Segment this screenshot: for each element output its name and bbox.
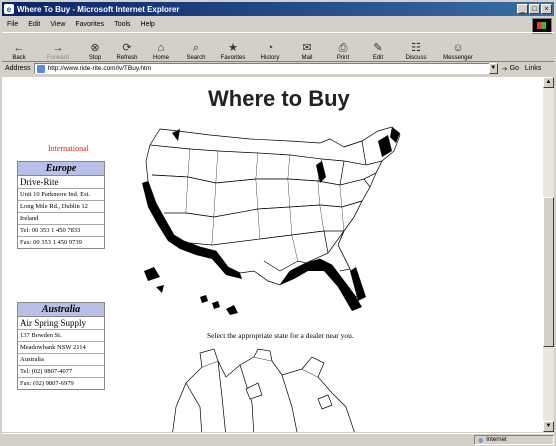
menu-view[interactable]: View	[50, 21, 65, 28]
menu-file[interactable]: File	[7, 21, 18, 28]
minimize-button[interactable]: _	[517, 4, 528, 14]
scroll-thumb[interactable]	[543, 197, 554, 347]
canada-map[interactable]	[142, 347, 362, 432]
address-dropdown-button[interactable]: ▼	[488, 63, 498, 74]
window-title: Where To Buy - Microsoft Internet Explor…	[17, 4, 180, 14]
refresh-icon: ⟳	[122, 42, 132, 54]
status-bar: ◍ Internet	[2, 433, 554, 446]
edit-button[interactable]: ✎ Edit	[360, 34, 396, 61]
maximize-button[interactable]: □	[529, 4, 540, 14]
refresh-button[interactable]: ⟳ Refresh	[110, 34, 144, 61]
dealer-card-europe: Europe Drive-Rite Unit 10 Parkmore Ind. …	[17, 161, 105, 249]
zone-label: Internet	[486, 437, 507, 443]
dealer-phone: Tel: (02) 9807-4077	[18, 365, 104, 377]
back-arrow-icon: ←	[13, 42, 25, 54]
history-icon: ◔	[266, 42, 274, 54]
edit-icon: ✎	[373, 42, 383, 54]
dealer-region-title: Australia	[18, 303, 104, 317]
map-caption: Select the appropriate state for a deale…	[207, 331, 354, 340]
dealer-address-line: Long Mile Rd., Dublin 12	[18, 200, 104, 212]
page-icon	[36, 64, 45, 73]
search-button[interactable]: ⌕ Search	[178, 34, 214, 61]
ie-logo-icon: e	[4, 4, 14, 14]
dealer-region-title: Europe	[18, 162, 104, 176]
go-button[interactable]: ➜ Go	[502, 65, 519, 73]
address-input[interactable]: http://www.ride-rite.com/lv/TBuy.htm	[33, 63, 498, 74]
menu-favorites[interactable]: Favorites	[75, 21, 104, 28]
dealer-address-line: Unit 10 Parkmore Ind. Est.	[18, 188, 104, 200]
scroll-down-button[interactable]: ▼	[543, 421, 554, 432]
favorites-button[interactable]: ★ Favorites	[214, 34, 252, 61]
hawaii-dealers	[200, 295, 208, 303]
home-icon: ⌂	[157, 42, 165, 54]
printer-icon: ⎙	[338, 42, 348, 54]
address-label: Address	[5, 65, 31, 72]
menu-edit[interactable]: Edit	[28, 21, 40, 28]
close-button[interactable]: ×	[541, 4, 552, 14]
vertical-scrollbar[interactable]: ▲ ▼	[543, 77, 554, 432]
dealer-phone: Tel: 00 353 1 450 7833	[18, 224, 104, 236]
dealer-country: Ireland	[18, 212, 104, 224]
mail-button[interactable]: ✉ Mail	[288, 34, 326, 61]
menu-help[interactable]: Help	[141, 21, 155, 28]
search-icon: ⌕	[192, 42, 200, 54]
messenger-button[interactable]: ☺ Messenger	[436, 34, 480, 61]
alaska-dealers	[144, 267, 160, 281]
window-controls: _ □ ×	[517, 4, 552, 14]
dealer-card-australia: Australia Air Spring Supply 137 Bowden S…	[17, 302, 105, 390]
dealer-address-line: Meadowbank NSW 2114	[18, 341, 104, 353]
messenger-icon: ☺	[452, 42, 464, 54]
stop-icon: ⊗	[90, 42, 100, 54]
browser-window: e Where To Buy - Microsoft Internet Expl…	[0, 0, 556, 445]
dealer-name: Air Spring Supply	[20, 318, 87, 328]
dealer-fax: Fax: 00 353 1 450 9739	[18, 236, 104, 248]
dealer-name: Drive-Rite	[20, 177, 59, 187]
history-button[interactable]: ◔ History	[252, 34, 288, 61]
back-button[interactable]: ← Back	[2, 34, 36, 61]
go-arrow-icon: ➜	[501, 65, 508, 73]
print-button[interactable]: ⎙ Print	[326, 34, 360, 61]
address-url: http://www.ride-rite.com/lv/TBuy.htm	[47, 65, 152, 72]
security-zone: ◍ Internet	[474, 435, 554, 445]
scroll-up-button[interactable]: ▲	[543, 77, 554, 88]
dealer-address-line: 137 Bowden St.	[18, 329, 104, 341]
menu-bar: File Edit View Favorites Tools Help	[2, 18, 554, 30]
favorites-icon: ★	[228, 42, 238, 54]
globe-icon: ◍	[478, 437, 484, 444]
dealer-fax: Fax: (02) 9807-6979	[18, 377, 104, 389]
stop-button[interactable]: ⊗ Stop	[80, 34, 110, 61]
dealer-country: Australia	[18, 353, 104, 365]
discuss-button[interactable]: ☷ Discuss	[396, 34, 436, 61]
international-label: International	[48, 144, 89, 153]
title-bar: e Where To Buy - Microsoft Internet Expl…	[2, 2, 554, 16]
links-button[interactable]: Links	[525, 65, 541, 72]
menu-tools[interactable]: Tools	[114, 21, 130, 28]
mail-icon: ✉	[302, 42, 312, 54]
forward-button[interactable]: → Forward	[36, 34, 80, 61]
address-bar: Address http://www.ride-rite.com/lv/TBuy…	[2, 62, 554, 75]
discuss-icon: ☷	[411, 42, 421, 54]
home-button[interactable]: ⌂ Home	[144, 34, 178, 61]
page-content: Where to Buy International Europe Drive-…	[2, 77, 543, 432]
us-map[interactable]	[130, 121, 410, 321]
page-heading: Where to Buy	[208, 86, 350, 111]
standard-toolbar: ← Back → Forward ⊗ Stop ⟳ Refresh ⌂ Home ⌕ Sea…	[2, 32, 554, 62]
forward-arrow-icon: →	[52, 42, 64, 54]
